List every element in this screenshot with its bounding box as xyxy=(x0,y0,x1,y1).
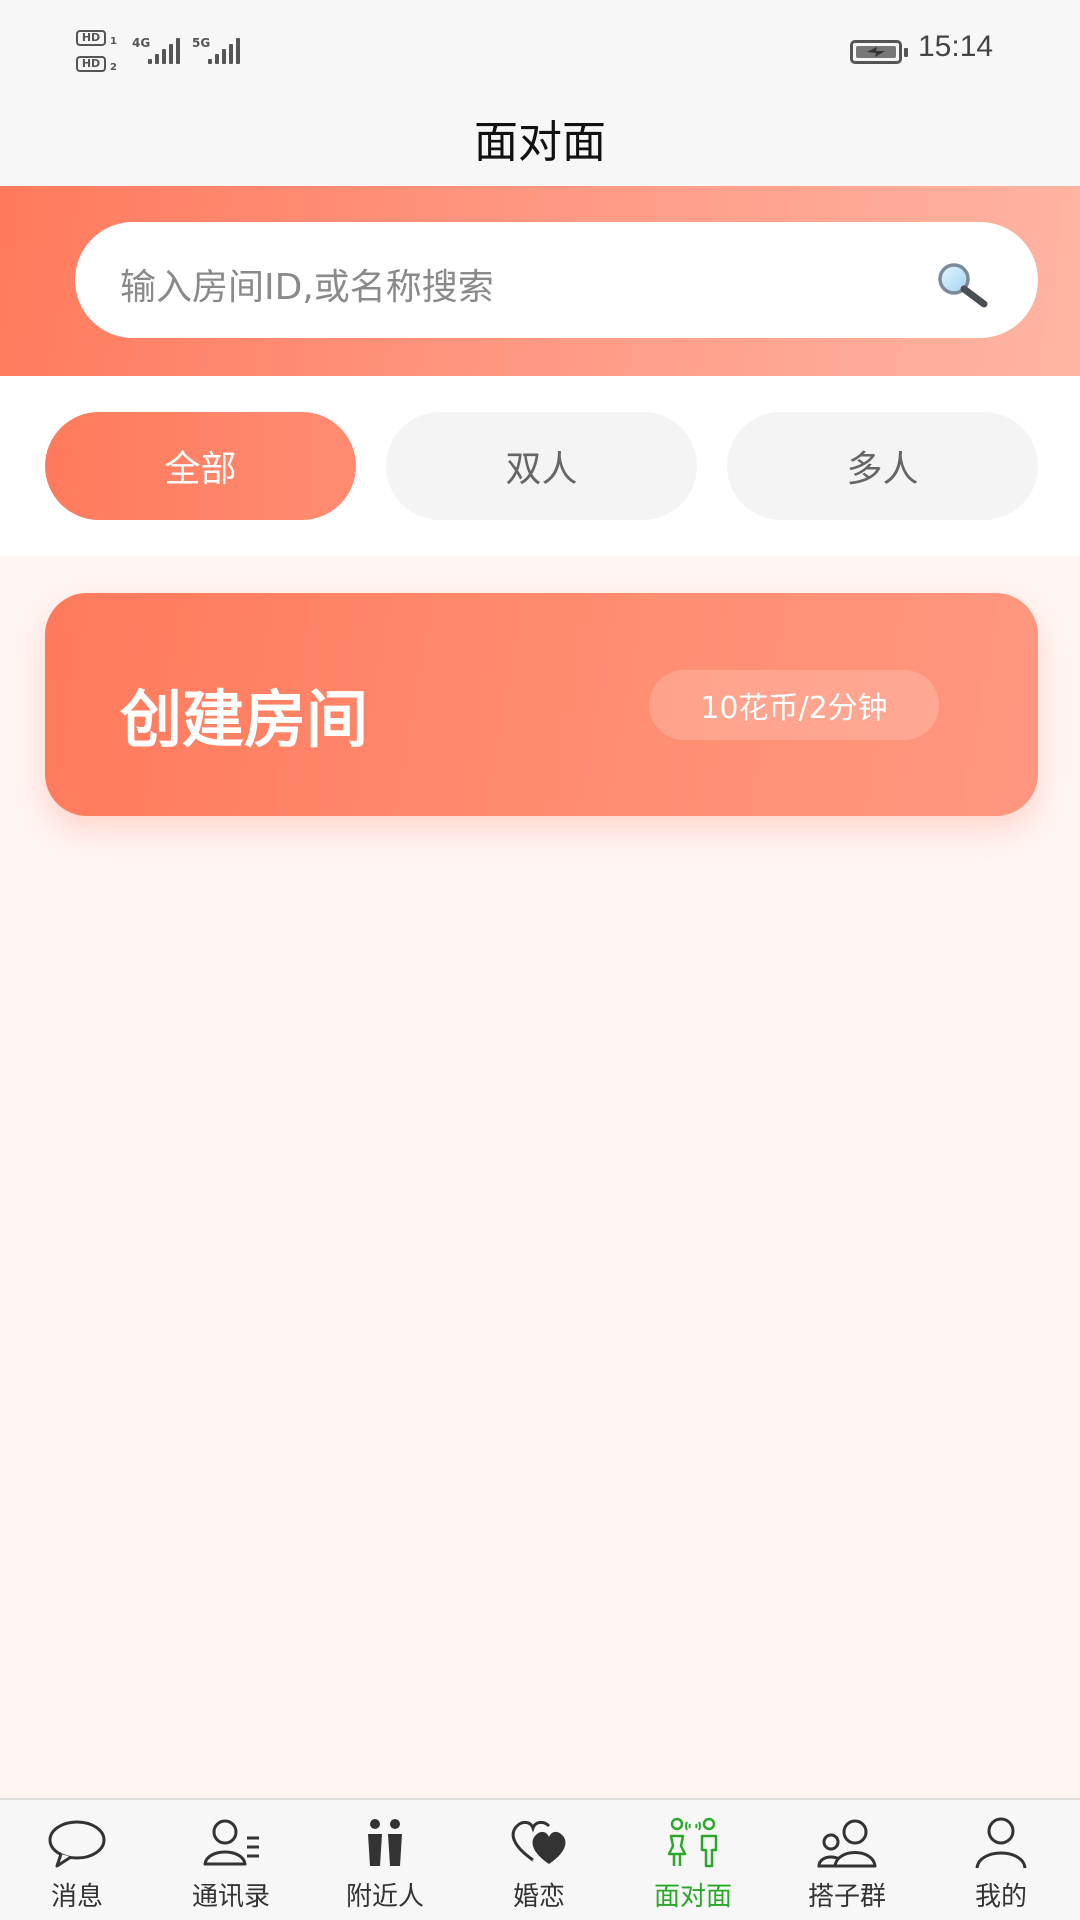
chat-bubble-icon xyxy=(48,1820,106,1868)
nav-label-groups: 搭子群 xyxy=(807,1882,886,1912)
nav-item-messages[interactable]: 消息 xyxy=(0,1800,154,1920)
signal-strength-icon-2 xyxy=(208,38,242,64)
search-banner: 输入房间ID,或名称搜索 xyxy=(0,186,1080,376)
group-icon xyxy=(817,1819,877,1868)
nav-item-groups[interactable]: 搭子群 xyxy=(770,1800,924,1920)
hd-badge-2: HD xyxy=(76,56,106,72)
search-placeholder: 输入房间ID,或名称搜索 xyxy=(120,267,494,308)
price-badge: 10花币/2分钟 xyxy=(649,670,939,740)
search-icon[interactable] xyxy=(932,260,992,308)
nav-label-face-to-face: 面对面 xyxy=(653,1882,732,1912)
sim-indicators: HD 1 HD 2 4G 5G xyxy=(76,28,246,78)
status-bar: HD 1 HD 2 4G 5G 15:14 xyxy=(0,0,1080,100)
nav-label-profile: 我的 xyxy=(974,1882,1027,1912)
nav-item-dating[interactable]: 婚恋 xyxy=(462,1800,616,1920)
bottom-nav: 消息 通讯录 附近人 婚恋 面对面 搭子群 我的 xyxy=(0,1798,1080,1920)
face-to-face-icon xyxy=(667,1817,718,1868)
nav-item-face-to-face[interactable]: 面对面 xyxy=(616,1800,770,1920)
profile-icon xyxy=(975,1817,1027,1869)
nav-label-nearby: 附近人 xyxy=(345,1882,424,1912)
contacts-icon xyxy=(203,1819,259,1866)
nearby-people-icon xyxy=(368,1819,402,1866)
tab-multi-person[interactable]: 多人 xyxy=(727,412,1038,520)
sim-index-1: 1 xyxy=(110,36,117,47)
hearts-icon xyxy=(511,1820,566,1864)
hd-badge-1: HD xyxy=(76,30,106,46)
nav-item-profile[interactable]: 我的 xyxy=(924,1800,1078,1920)
search-input[interactable]: 输入房间ID,或名称搜索 xyxy=(75,222,1038,338)
page-title: 面对面 xyxy=(474,117,606,168)
create-room-card[interactable]: 创建房间 10花币/2分钟 xyxy=(45,593,1038,816)
nav-item-nearby[interactable]: 附近人 xyxy=(308,1800,462,1920)
nav-label-messages: 消息 xyxy=(50,1882,103,1912)
battery-charging-icon xyxy=(850,40,908,64)
create-room-title: 创建房间 xyxy=(120,683,369,756)
tab-two-person[interactable]: 双人 xyxy=(386,412,697,520)
nav-label-dating: 婚恋 xyxy=(512,1882,565,1912)
nav-item-contacts[interactable]: 通讯录 xyxy=(154,1800,308,1920)
sim-index-2: 2 xyxy=(110,62,117,73)
filter-tabs: 全部 双人 多人 xyxy=(0,376,1080,556)
nav-label-contacts: 通讯录 xyxy=(191,1882,270,1912)
tab-all[interactable]: 全部 xyxy=(45,412,356,520)
clock: 15:14 xyxy=(918,30,994,63)
title-bar: 面对面 xyxy=(0,100,1080,186)
signal-strength-icon-1 xyxy=(148,38,182,64)
